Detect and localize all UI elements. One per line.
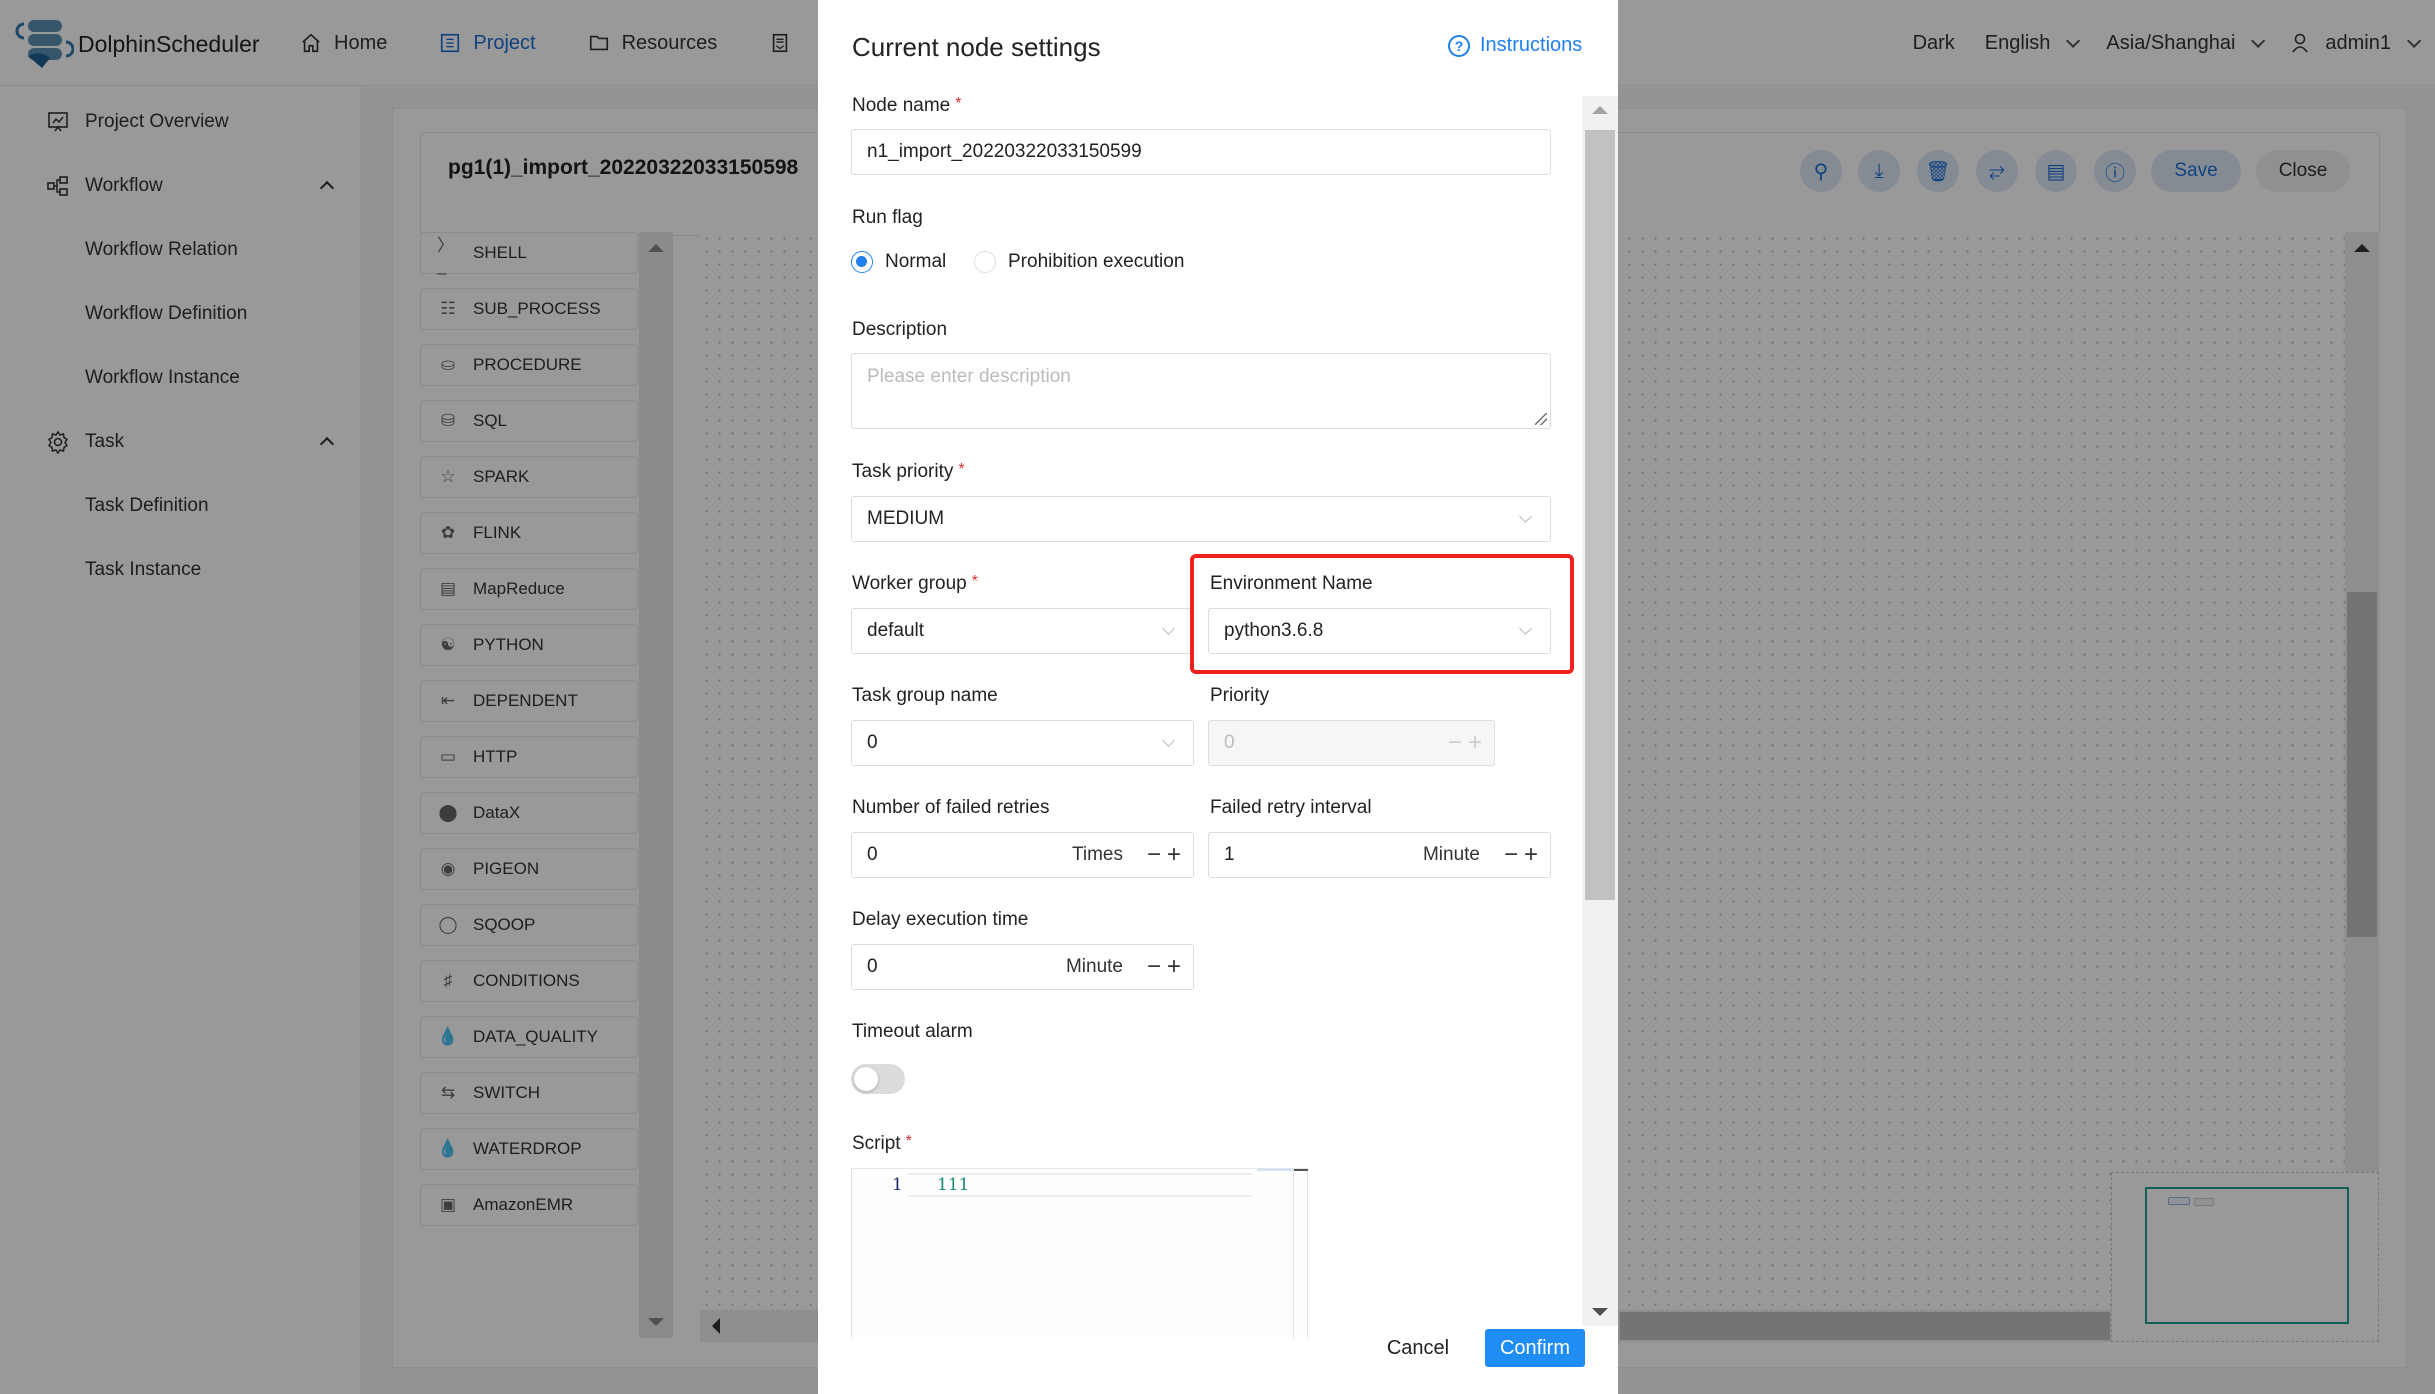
task-priority-label: Task priority * xyxy=(852,461,965,482)
script-code[interactable]: 111 xyxy=(937,1175,969,1195)
switch-knob xyxy=(854,1067,878,1091)
resize-handle-icon[interactable] xyxy=(1535,413,1547,425)
retry-interval-unit: Minute xyxy=(1422,844,1480,865)
timeout-alarm-label: Timeout alarm xyxy=(852,1021,973,1042)
radio-checked-icon xyxy=(851,251,873,273)
retry-interval-input[interactable]: 1 Minute − + xyxy=(1208,832,1551,878)
minus-icon[interactable]: − xyxy=(1504,843,1518,867)
cancel-button[interactable]: Cancel xyxy=(1378,1330,1458,1366)
node-name-value: n1_import_20220322033150599 xyxy=(867,141,1142,162)
description-label: Description xyxy=(852,319,948,340)
minus-icon[interactable]: − xyxy=(1147,843,1161,867)
retry-interval-value: 1 xyxy=(1224,844,1235,865)
node-settings-dialog: Current node settings ? Instructions Nod… xyxy=(818,0,1618,1394)
run-flag-label: Run flag xyxy=(852,207,923,228)
plus-icon[interactable]: + xyxy=(1167,955,1181,979)
task-priority-value: MEDIUM xyxy=(867,508,945,529)
run-flag-normal-radio[interactable]: Normal xyxy=(851,251,946,273)
priority-value: 0 xyxy=(1224,732,1235,753)
scrollbar-thumb[interactable] xyxy=(1585,130,1615,900)
retry-interval-label: Failed retry interval xyxy=(1210,797,1372,818)
plus-icon[interactable]: + xyxy=(1167,843,1181,867)
confirm-button[interactable]: Confirm xyxy=(1485,1329,1585,1367)
chevron-down-icon xyxy=(1519,622,1532,635)
worker-group-label: Worker group * xyxy=(852,573,978,594)
failed-retries-stepper[interactable]: − + xyxy=(1147,843,1181,867)
node-name-label: Node name * xyxy=(852,95,962,116)
minus-icon[interactable]: − xyxy=(1147,955,1161,979)
description-textarea[interactable]: Please enter description xyxy=(851,353,1551,429)
chevron-down-icon xyxy=(1519,510,1532,523)
delay-time-unit: Minute xyxy=(1065,956,1123,977)
failed-retries-value: 0 xyxy=(867,844,878,865)
run-flag-prohibition-radio[interactable]: Prohibition execution xyxy=(974,251,1184,273)
script-editor[interactable]: 1 111 xyxy=(851,1168,1308,1339)
delay-time-label: Delay execution time xyxy=(852,909,1029,930)
failed-retries-unit: Times xyxy=(1071,844,1123,865)
radio-label: Normal xyxy=(885,251,947,272)
instructions-link[interactable]: ? Instructions xyxy=(1448,34,1582,57)
delay-time-value: 0 xyxy=(867,956,878,977)
environment-name-value: python3.6.8 xyxy=(1224,620,1324,641)
scroll-up-arrow-icon[interactable] xyxy=(1592,106,1608,114)
editor-scrollbar[interactable] xyxy=(1293,1169,1308,1339)
script-label: Script * xyxy=(852,1133,912,1154)
timeout-alarm-switch[interactable] xyxy=(851,1064,905,1094)
plus-icon[interactable]: + xyxy=(1524,843,1538,867)
dialog-title: Current node settings xyxy=(852,32,1101,62)
delay-time-stepper[interactable]: − + xyxy=(1147,955,1181,979)
instructions-label: Instructions xyxy=(1480,34,1583,56)
description-placeholder: Please enter description xyxy=(867,366,1071,387)
environment-name-select[interactable]: python3.6.8 xyxy=(1208,608,1551,654)
chevron-down-icon xyxy=(1162,622,1175,635)
radio-unchecked-icon xyxy=(974,251,996,273)
task-group-name-value: 0 xyxy=(867,732,878,753)
failed-retries-input[interactable]: 0 Times − + xyxy=(851,832,1194,878)
priority-input: 0 − + xyxy=(1208,720,1495,766)
line-number: 1 xyxy=(892,1175,903,1195)
task-group-name-select[interactable]: 0 xyxy=(851,720,1194,766)
retry-interval-stepper[interactable]: − + xyxy=(1504,843,1538,867)
radio-label: Prohibition execution xyxy=(1008,251,1185,272)
minus-icon: − xyxy=(1447,729,1462,756)
failed-retries-label: Number of failed retries xyxy=(852,797,1050,818)
plus-icon: + xyxy=(1467,729,1482,756)
chevron-down-icon xyxy=(1162,734,1175,747)
task-priority-select[interactable]: MEDIUM xyxy=(851,496,1551,542)
priority-stepper: − + xyxy=(1448,731,1482,755)
scroll-down-arrow-icon[interactable] xyxy=(1592,1308,1608,1316)
dialog-scrollbar[interactable] xyxy=(1582,96,1618,1326)
environment-name-label: Environment Name xyxy=(1210,573,1373,594)
editor-minimap-highlight xyxy=(1257,1169,1293,1171)
delay-time-input[interactable]: 0 Minute − + xyxy=(851,944,1194,990)
help-icon: ? xyxy=(1448,34,1470,57)
worker-group-value: default xyxy=(867,620,925,641)
worker-group-select[interactable]: default xyxy=(851,608,1194,654)
node-name-input[interactable]: n1_import_20220322033150599 xyxy=(851,129,1551,175)
priority-label: Priority xyxy=(1210,685,1270,706)
task-group-name-label: Task group name xyxy=(852,685,998,706)
